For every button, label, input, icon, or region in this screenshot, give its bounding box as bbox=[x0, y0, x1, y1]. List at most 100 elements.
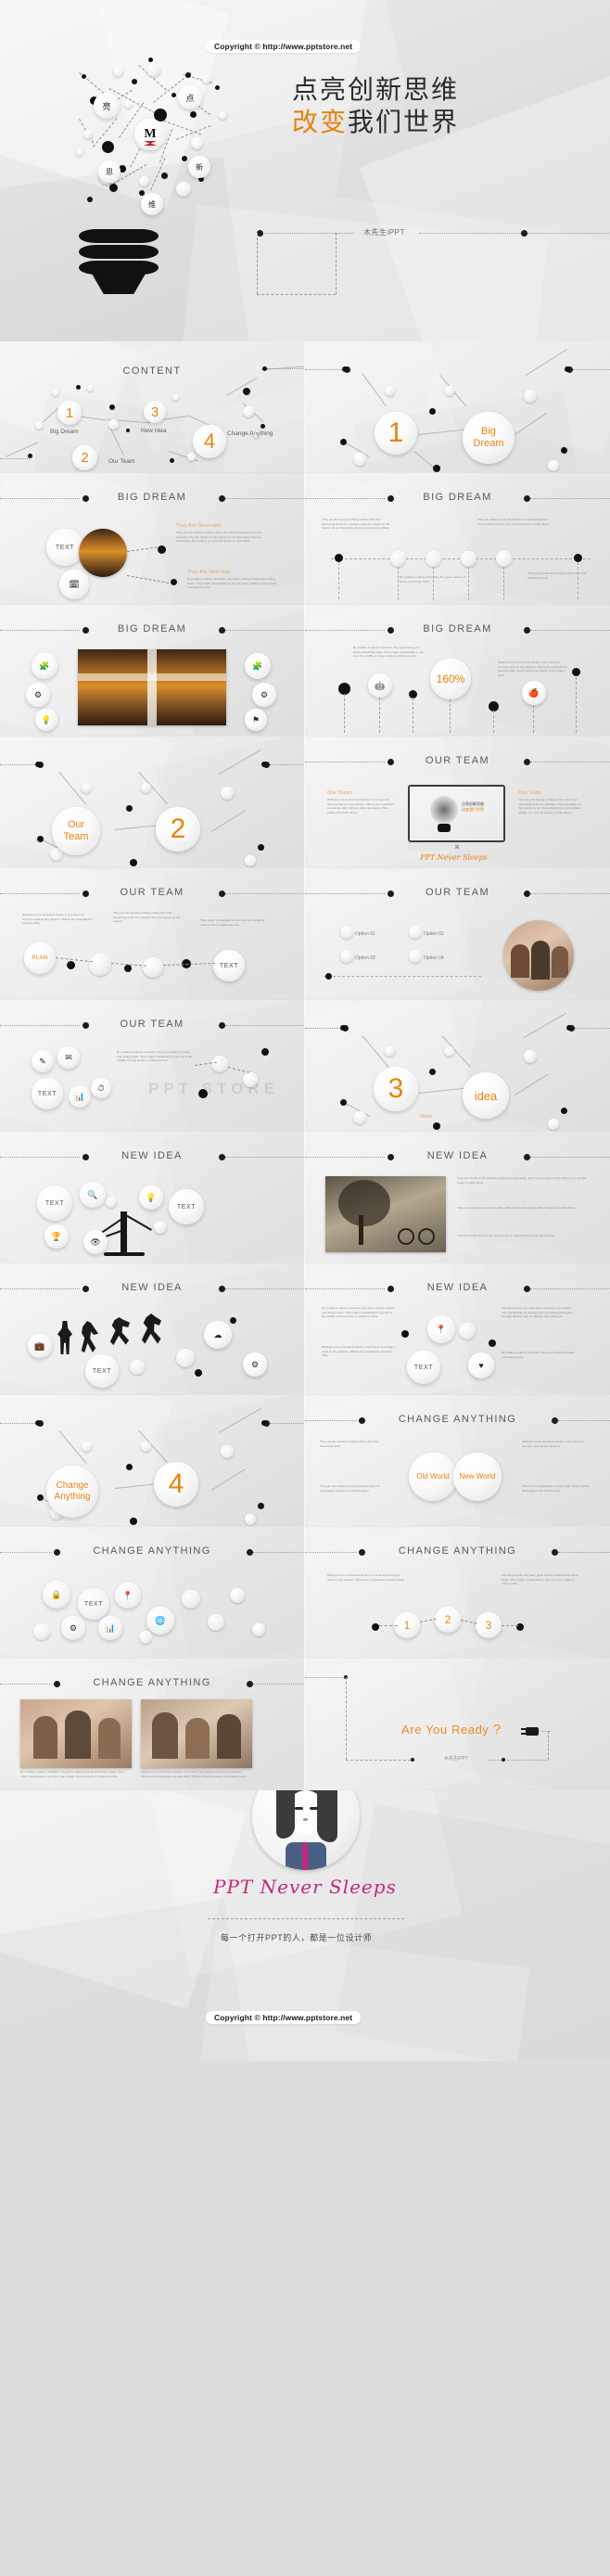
slide-title: BIG DREAM bbox=[117, 492, 187, 503]
section-2-label-circle[interactable]: Our Team bbox=[52, 807, 100, 855]
content-item-1-circle[interactable]: 1 bbox=[57, 401, 82, 425]
trophy-icon-circle[interactable]: 🏆 bbox=[44, 1224, 69, 1249]
lock-icon-circle[interactable]: 🔒 bbox=[43, 1581, 70, 1608]
old-world-circle[interactable]: Old World bbox=[409, 1453, 457, 1501]
chart-icon-circle[interactable]: 📊 bbox=[98, 1616, 122, 1640]
slide-section-big-dream[interactable]: 1 Big Dream bbox=[305, 341, 610, 473]
slide-big-dream-3[interactable]: BIG DREAM 🧩 ⚙ 💡 🧩 ⚙ ⚑ bbox=[0, 605, 305, 737]
pen-icon-circle[interactable]: ✎ bbox=[32, 1050, 54, 1072]
slide-row-5: OUR TEAM Writing is not a conscious choi… bbox=[0, 868, 610, 1000]
eye-icon-circle[interactable]: 👁 bbox=[83, 1230, 108, 1254]
search-icon-circle[interactable]: 🔍 bbox=[80, 1182, 106, 1208]
new-idea-4-block-3: Five-step course you have been working o… bbox=[502, 1306, 576, 1319]
timeline-node[interactable] bbox=[461, 551, 477, 567]
section-4-number-circle[interactable]: 4 bbox=[154, 1462, 198, 1506]
briefcase-icon-circle[interactable]: 💼 bbox=[28, 1334, 52, 1358]
slide-our-team-1[interactable]: OUR TEAM 点亮创新思维 改变我们世界 ⌘ One Dream Writi… bbox=[305, 737, 610, 868]
big-dream-text-circle[interactable]: TEXT bbox=[46, 529, 83, 566]
ready-headline-text: Are You Ready bbox=[401, 1723, 489, 1737]
mail-icon-circle[interactable]: ✉ bbox=[57, 1046, 80, 1069]
content-item-2-circle[interactable]: 2 bbox=[72, 445, 97, 470]
new-idea-4-text-circle[interactable]: TEXT bbox=[407, 1351, 440, 1384]
heart-icon-circle[interactable]: ♥ bbox=[468, 1352, 494, 1378]
slide-new-idea-1[interactable]: NEW IDEA TEXT 🔍 🏆 👁 💡 TEXT bbox=[0, 1132, 305, 1263]
calendar-icon-circle[interactable]: 🗓 bbox=[59, 570, 89, 599]
gear-icon-circle[interactable]: ⚙ bbox=[243, 1352, 267, 1377]
copyright-badge: Copyright © http://www.pptstore.net bbox=[206, 40, 362, 53]
timeline-node[interactable] bbox=[390, 551, 406, 567]
new-idea-text-circle-2[interactable]: TEXT bbox=[169, 1189, 204, 1224]
slide-change-1[interactable]: CHANGE ANYTHING They see the beauty in t… bbox=[305, 1395, 610, 1527]
bulb-icon: 💡 bbox=[146, 1192, 157, 1202]
slide-big-dream-2[interactable]: BIG DREAM They see the beauty in things … bbox=[305, 473, 610, 605]
gear-icon-circle[interactable]: ⚙ bbox=[26, 683, 50, 707]
slide-our-team-3[interactable]: OUR TEAM Option 01 Option 02 Option 03 O… bbox=[305, 868, 610, 1000]
slide-section-change-anything[interactable]: Change Anything 4 bbox=[0, 1395, 305, 1527]
change-3-number-2[interactable]: 2 bbox=[435, 1607, 461, 1633]
hero-subtitle-dot-right bbox=[521, 230, 527, 237]
gear-icon-circle[interactable]: ⚙ bbox=[61, 1616, 85, 1640]
puzzle-icon-circle-2[interactable]: 🧩 bbox=[245, 653, 271, 679]
slide-row-6: OUR TEAM PPT STORE ✎ ✉ TEXT 📊 ⏱ By readi… bbox=[0, 1000, 610, 1132]
lock-icon: 🔒 bbox=[51, 1589, 62, 1599]
block-body: By reading a variety of authors, they ge… bbox=[20, 1770, 125, 1778]
apple-icon-circle[interactable]: 🍎 bbox=[522, 681, 546, 705]
new-idea-3-text-circle[interactable]: TEXT bbox=[85, 1354, 119, 1388]
cloud-icon-circle[interactable]: ☁ bbox=[204, 1321, 232, 1349]
new-world-circle[interactable]: New World bbox=[453, 1453, 502, 1501]
slide-our-team-4[interactable]: OUR TEAM PPT STORE ✎ ✉ TEXT 📊 ⏱ By readi… bbox=[0, 1000, 305, 1132]
block-body: Five-step course only idea, gives variet… bbox=[502, 1573, 578, 1586]
tree-branch bbox=[123, 1213, 152, 1231]
slide-change-2[interactable]: CHANGE ANYTHING 🔒 TEXT 📍 ⚙ 📊 🌐 bbox=[0, 1527, 305, 1659]
timeline-node[interactable] bbox=[426, 551, 441, 567]
change-3-number-1[interactable]: 1 bbox=[394, 1612, 420, 1638]
pin-icon-circle[interactable]: 📍 bbox=[115, 1583, 141, 1608]
bulb-icon-circle[interactable]: 💡 bbox=[139, 1185, 163, 1210]
slide-change-3[interactable]: CHANGE ANYTHING Writing is not a conscio… bbox=[305, 1527, 610, 1659]
section-1-label-circle[interactable]: Big Dream bbox=[463, 412, 515, 464]
change-3-number-3[interactable]: 3 bbox=[476, 1612, 502, 1638]
section-3-number-circle[interactable]: 3 bbox=[374, 1067, 418, 1111]
slide-section-our-team[interactable]: Our Team 2 bbox=[0, 737, 305, 868]
slide-new-idea-4[interactable]: NEW IDEA By reading a variety of authors… bbox=[305, 1263, 610, 1395]
slide-big-dream-1[interactable]: BIG DREAM TEXT 🗓 They Are Observant They… bbox=[0, 473, 305, 605]
slide-are-you-ready[interactable]: 木先生iPPT Are You Ready ? bbox=[305, 1659, 610, 1790]
block-body: Writing is not a conscious choice. It is… bbox=[322, 1345, 395, 1358]
content-item-4-circle[interactable]: 4 bbox=[193, 425, 226, 458]
new-idea-2-block-3: The best writers learn to use rejection … bbox=[457, 1234, 587, 1238]
puzzle-icon-circle[interactable]: 🧩 bbox=[32, 653, 57, 679]
change-3-block-2: Five-step course only idea, gives variet… bbox=[502, 1573, 579, 1586]
slide-our-team-2[interactable]: OUR TEAM Writing is not a conscious choi… bbox=[0, 868, 305, 1000]
chart-icon-circle[interactable]: 📊 bbox=[69, 1085, 91, 1108]
screen-title-line1: 点亮创新思维 bbox=[462, 801, 484, 806]
globe-icon-circle[interactable]: 🌐 bbox=[146, 1607, 174, 1634]
block-body: They are always on the lookout for an in… bbox=[477, 518, 550, 526]
text-circle[interactable]: TEXT bbox=[32, 1078, 63, 1109]
change-2-text-circle[interactable]: TEXT bbox=[78, 1588, 109, 1620]
slide-section-new-idea[interactable]: 3 idea New bbox=[305, 1000, 610, 1132]
plan-circle[interactable]: PLAN bbox=[24, 942, 56, 974]
content-item-3-circle[interactable]: 3 bbox=[144, 401, 166, 423]
slide-change-4[interactable]: CHANGE ANYTHING By reading a variety of … bbox=[0, 1659, 305, 1790]
clock-icon-circle[interactable]: ⏱ bbox=[91, 1078, 111, 1098]
section-1-number-circle[interactable]: 1 bbox=[375, 412, 417, 455]
pin-icon-circle[interactable]: 📍 bbox=[427, 1315, 455, 1343]
slide-new-idea-2[interactable]: NEW IDEA They see beauty in the balance … bbox=[305, 1132, 610, 1263]
new-idea-text-circle[interactable]: TEXT bbox=[37, 1185, 72, 1221]
slide-new-idea-3[interactable]: NEW IDEA 💼 TEXT ☁ ⚙ bbox=[0, 1263, 305, 1395]
section-4-label-circle[interactable]: Change Anything bbox=[46, 1466, 98, 1518]
gear-icon-circle-2[interactable]: ⚙ bbox=[252, 683, 276, 707]
block-body: They see the beauty in things others don… bbox=[113, 911, 181, 924]
bulb-icon-circle[interactable]: 💡 bbox=[35, 709, 57, 731]
text-circle[interactable]: TEXT bbox=[213, 950, 245, 981]
android-icon-circle[interactable]: 🤖 bbox=[368, 673, 392, 698]
section-2-number-circle[interactable]: 2 bbox=[156, 807, 200, 852]
slide-content[interactable]: CONTENT 1 Big Dream 2 Our Team 3 New Ide… bbox=[0, 341, 305, 473]
slide-big-dream-4[interactable]: BIG DREAM By reading a variety of author… bbox=[305, 605, 610, 737]
section-3-label-circle[interactable]: idea bbox=[463, 1072, 509, 1119]
big-dream-2-block-1: They see the beauty in things others don… bbox=[322, 518, 394, 531]
timeline-node[interactable] bbox=[496, 551, 512, 567]
flag-icon-circle[interactable]: ⚑ bbox=[245, 709, 267, 731]
android-icon: 🤖 bbox=[375, 680, 386, 690]
slide-title: CONTENT bbox=[122, 365, 182, 377]
